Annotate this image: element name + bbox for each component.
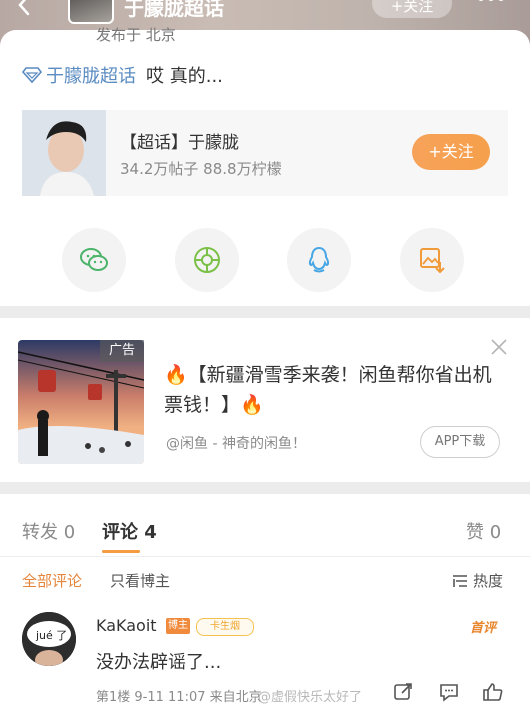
wechat-icon (80, 248, 108, 271)
publish-location: 发布于 北京 (96, 26, 176, 44)
ad-source[interactable]: @闲鱼 - 神奇的闲鱼！ (166, 433, 306, 453)
header-avatar[interactable] (68, 0, 114, 24)
sort-icon (453, 574, 467, 587)
filter-all-comments[interactable]: 全部评论 (22, 570, 82, 591)
more-icon[interactable] (476, 0, 506, 6)
post-content-line: 于朦胧超话 哎 真的... (22, 62, 223, 88)
share-moments-button[interactable] (175, 228, 239, 292)
active-tab-indicator (102, 550, 140, 553)
qq-icon (308, 246, 330, 273)
comment-icon[interactable] (438, 682, 460, 702)
sort-hot-button[interactable]: 热度 (452, 570, 503, 591)
avatar[interactable]: jué 了 (22, 612, 76, 666)
divider (0, 556, 530, 557)
post-text: 哎 真的... (146, 66, 223, 87)
tab-repost[interactable]: 转发 0 (22, 518, 75, 544)
save-image-icon (420, 248, 445, 274)
filter-owner-only[interactable]: 只看博主 (110, 570, 170, 591)
back-arrow-icon[interactable] (14, 0, 36, 16)
app-download-button[interactable]: APP下载 (420, 426, 500, 458)
fan-badge: 卡生烟 (196, 618, 254, 636)
header-title: 于朦胧超话 (124, 0, 224, 20)
supertopic-name: 【超话】于朦胧 (120, 133, 239, 153)
comment-username[interactable]: KaKaoit (96, 616, 157, 635)
like-icon[interactable] (482, 682, 504, 702)
repost-icon[interactable] (392, 682, 414, 702)
header-follow-button[interactable]: +关注 (372, 0, 452, 18)
follow-button[interactable]: +关注 (412, 134, 490, 170)
save-image-button[interactable] (400, 228, 464, 292)
watermark: @虚假快乐太好了 (258, 690, 363, 705)
tab-comment[interactable]: 评论 4 (102, 518, 157, 544)
supertopic-stats: 34.2万帖子 88.8万柠檬 (120, 160, 282, 178)
comments-section: 转发 0 评论 4 赞 0 全部评论 只看博主 热度 jué 了 KaKaoit… (0, 494, 530, 717)
supertopic-diamond-icon (22, 67, 42, 84)
comment-text: 没办法辟谣了... (96, 652, 222, 673)
share-row (0, 228, 530, 294)
first-comment-label: 首评 (470, 621, 497, 636)
share-qq-button[interactable] (287, 228, 351, 292)
supertopic-card[interactable]: 【超话】于朦胧 34.2万帖子 88.8万柠檬 +关注 (22, 110, 508, 196)
post-card: 发布于 北京 于朦胧超话 哎 真的... 【超话】于朦胧 34.2万帖子 88.… (0, 26, 530, 306)
ad-card[interactable]: 广告 🔥【新疆滑雪季来袭！闲鱼帮你省出机票钱！】🔥 @闲鱼 - 神奇的闲鱼！ A… (0, 318, 530, 482)
ad-badge: 广告 (100, 340, 144, 362)
comment-meta: 第1楼 9-11 11:07 来自北京 (96, 690, 262, 705)
supertopic-thumbnail (22, 110, 106, 196)
close-icon[interactable] (490, 338, 508, 356)
sort-label: 热度 (473, 572, 504, 590)
avatar-text: jué 了 (35, 629, 67, 642)
tab-like[interactable]: 赞 0 (466, 518, 501, 544)
topic-link[interactable]: 于朦胧超话 (46, 62, 136, 88)
ad-title: 🔥【新疆滑雪季来袭！闲鱼帮你省出机票钱！】🔥 (164, 364, 492, 416)
share-wechat-button[interactable] (62, 228, 126, 292)
blogger-badge: 博主 (166, 618, 190, 634)
moments-icon (194, 247, 220, 273)
